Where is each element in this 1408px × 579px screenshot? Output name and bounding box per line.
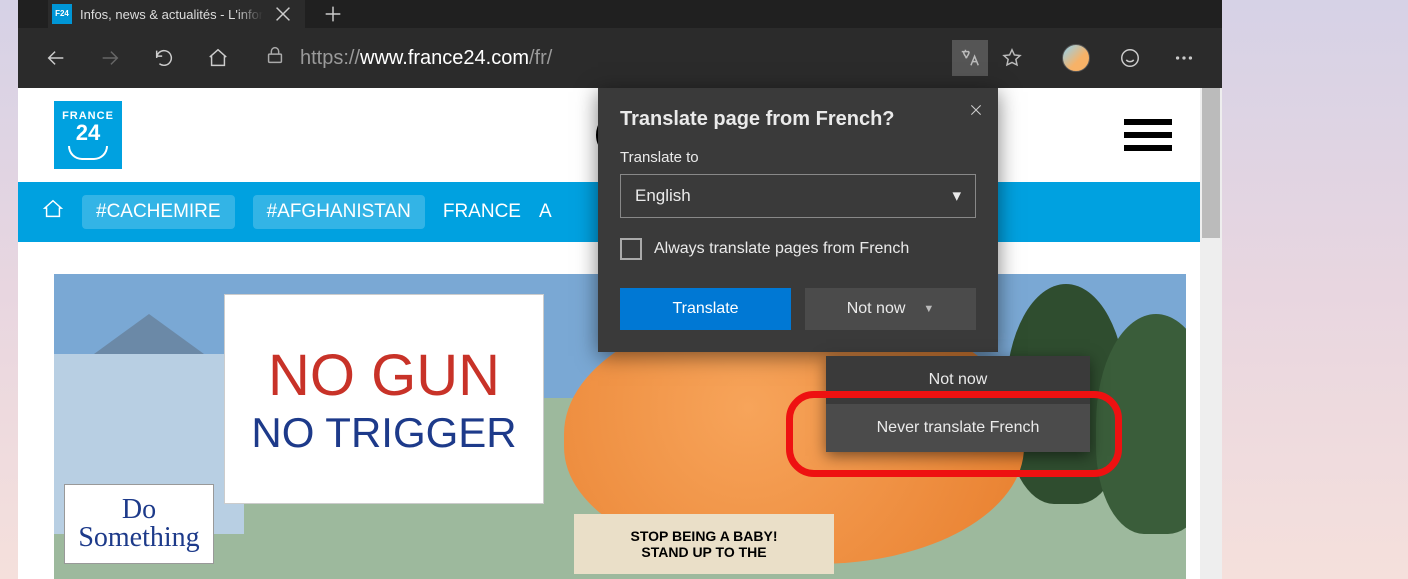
more-button[interactable] [1166, 40, 1202, 76]
home-button[interactable] [200, 40, 236, 76]
scrollbar[interactable] [1200, 88, 1222, 579]
popup-close-button[interactable] [968, 102, 984, 121]
language-select[interactable]: English ▾ [620, 174, 976, 218]
nav-tag-cachemire[interactable]: #CACHEMIRE [82, 195, 235, 229]
not-now-split-button[interactable]: Not now ▼ [805, 288, 976, 330]
balloon-sign: STOP BEING A BABY! STAND UP TO THE [574, 514, 834, 574]
refresh-icon [153, 47, 175, 69]
menu-button[interactable] [1124, 119, 1172, 151]
url-path: /fr/ [529, 47, 552, 70]
scrollbar-thumb[interactable] [1202, 88, 1220, 238]
toolbar: https://www.france24.com/fr/ [18, 28, 1222, 88]
always-translate-label: Always translate pages from French [654, 240, 909, 258]
nav-item-france[interactable]: FRANCE [443, 201, 521, 223]
forward-button[interactable] [92, 40, 128, 76]
star-icon [1001, 47, 1023, 69]
menu-item-never-translate[interactable]: Never translate French [826, 404, 1090, 452]
translate-button-label: Translate [672, 300, 738, 318]
arrow-left-icon [45, 47, 67, 69]
more-icon [1173, 47, 1195, 69]
tab-strip: F24 Infos, news & actualités - L'infor [18, 0, 1222, 28]
chevron-down-icon[interactable]: ▼ [923, 303, 934, 315]
chevron-down-icon: ▾ [952, 186, 961, 206]
nav-item-partial[interactable]: A [539, 201, 552, 223]
tab-title: Infos, news & actualités - L'infor [80, 7, 263, 22]
checkbox[interactable] [620, 238, 642, 260]
feedback-button[interactable] [1112, 40, 1148, 76]
close-tab-button[interactable] [271, 2, 295, 26]
address-bar[interactable]: https://www.france24.com/fr/ [254, 40, 1040, 76]
address-bar-actions [952, 40, 1030, 76]
logo-wave-icon [68, 146, 108, 160]
popup-title: Translate page from French? [620, 108, 976, 131]
home-icon [207, 47, 229, 69]
refresh-button[interactable] [146, 40, 182, 76]
not-now-dropdown: Not now Never translate French [826, 356, 1090, 452]
sign-line-1: NO GUN [268, 342, 500, 409]
back-button[interactable] [38, 40, 74, 76]
profile-button[interactable] [1058, 40, 1094, 76]
translate-popup: Translate page from French? Translate to… [598, 88, 998, 352]
avatar [1062, 44, 1090, 72]
arrow-right-icon [99, 47, 121, 69]
not-now-label: Not now [847, 300, 906, 318]
translate-toggle-button[interactable] [952, 40, 988, 76]
selected-language: English [635, 186, 691, 206]
close-icon [968, 102, 984, 118]
logo-text-2: 24 [76, 122, 100, 144]
favorite-button[interactable] [994, 40, 1030, 76]
balloon-sign-l2: STAND UP TO THE [641, 544, 766, 560]
nav-home-icon[interactable] [42, 198, 64, 226]
balloon-sign-l1: STOP BEING A BABY! [630, 528, 777, 544]
translate-icon [959, 47, 981, 69]
sign-line-2: NO TRIGGER [251, 409, 516, 457]
do-something-sign: Do Something [64, 484, 214, 564]
popup-button-row: Translate Not now ▼ [620, 288, 976, 330]
translate-button[interactable]: Translate [620, 288, 791, 330]
translate-to-label: Translate to [620, 149, 976, 166]
browser-tab[interactable]: F24 Infos, news & actualités - L'infor [48, 0, 305, 28]
close-icon [272, 3, 294, 25]
url-protocol: https:// [300, 47, 360, 70]
url-domain: www.france24.com [360, 47, 529, 70]
nav-tag-afghanistan[interactable]: #AFGHANISTAN [253, 195, 425, 229]
lock-icon [264, 44, 286, 72]
plus-icon [322, 3, 344, 25]
always-translate-row[interactable]: Always translate pages from French [620, 238, 976, 260]
site-logo[interactable]: FRANCE 24 [54, 101, 122, 169]
smiley-icon [1119, 47, 1141, 69]
new-tab-button[interactable] [321, 2, 345, 26]
menu-item-label: Not now [929, 371, 988, 389]
menu-item-label: Never translate French [877, 419, 1040, 437]
protest-sign: NO GUN NO TRIGGER [224, 294, 544, 504]
menu-item-not-now[interactable]: Not now [826, 356, 1090, 404]
favicon-icon: F24 [52, 4, 72, 24]
